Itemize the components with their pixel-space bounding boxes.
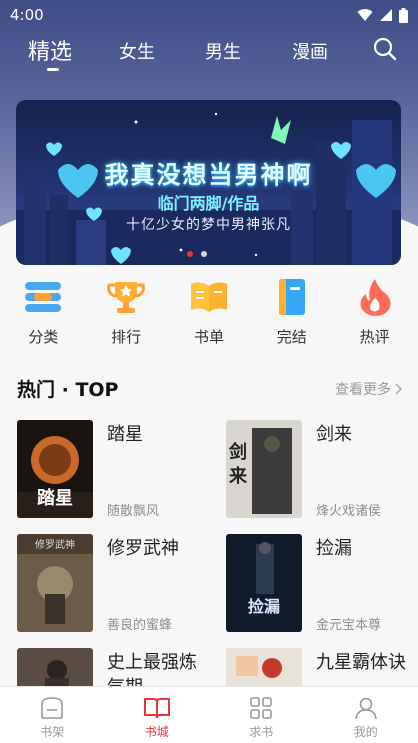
book-card[interactable]: 修罗武神 修罗武神 善良的蜜蜂 xyxy=(17,534,207,633)
banner-title: 我真没想当男神啊 xyxy=(104,161,313,189)
banner-author: 临门两脚/作品 xyxy=(157,194,260,213)
banner-subtitle: 十亿少女的梦中男神张凡 xyxy=(126,217,291,233)
wifi-icon xyxy=(357,9,373,21)
banner-dot-2[interactable] xyxy=(201,251,207,257)
book-title: 捡漏 xyxy=(316,538,352,559)
book-author: 善良的蜜蜂 xyxy=(107,618,173,633)
bottom-tab-bar: 书架 书城 求书 我的 xyxy=(0,686,418,743)
category-icon xyxy=(25,282,62,312)
svg-text:来: 来 xyxy=(228,466,248,487)
svg-text:捡漏: 捡漏 xyxy=(248,597,280,616)
status-bar: 4:00 xyxy=(0,0,418,30)
view-more-link[interactable]: 查看更多 xyxy=(335,379,403,399)
tab-label: 求书 xyxy=(249,725,274,739)
trophy-icon xyxy=(107,282,146,313)
category-booklist[interactable]: 书单 xyxy=(174,276,244,356)
category-completed[interactable]: 完结 xyxy=(257,276,327,356)
book-cover: 捡漏 xyxy=(226,534,302,632)
top-nav: 精选 女生 男生 漫画 xyxy=(0,30,418,70)
category-ranking[interactable]: 排行 xyxy=(91,276,161,356)
book-cover: 踏星 xyxy=(17,420,93,518)
tab-bookshelf[interactable]: 书架 xyxy=(0,687,105,743)
view-more-label: 查看更多 xyxy=(335,381,391,398)
completed-book-icon xyxy=(278,279,305,315)
signal-icon xyxy=(380,9,392,21)
banner-dot-1[interactable] xyxy=(187,251,193,257)
category-label: 书单 xyxy=(193,328,224,346)
tab-label: 我的 xyxy=(353,725,378,739)
tab-profile[interactable]: 我的 xyxy=(314,687,418,743)
profile-icon xyxy=(354,697,377,720)
flame-icon xyxy=(360,279,391,316)
hot-section-header: 热门 · TOP 查看更多 xyxy=(17,375,403,402)
tab-request-book[interactable]: 求书 xyxy=(209,687,314,743)
book-card[interactable]: 捡漏 捡漏 金元宝本尊 xyxy=(226,534,416,633)
tab-label: 书城 xyxy=(144,725,169,739)
svg-text:修罗武神: 修罗武神 xyxy=(35,538,75,551)
book-list-icon xyxy=(190,282,227,312)
bookshelf-icon xyxy=(41,697,64,719)
promo-banner[interactable]: 我真没想当男神啊 临门两脚/作品 十亿少女的梦中男神张凡 xyxy=(16,100,401,265)
book-title: 修罗武神 xyxy=(107,538,179,559)
category-label: 分类 xyxy=(28,328,59,346)
tab-label: 书架 xyxy=(40,725,65,739)
category-label: 完结 xyxy=(276,328,307,346)
category-shortcuts: 分类 排行 书单 完结 热评 xyxy=(0,276,418,356)
category-label: 热评 xyxy=(359,328,390,346)
category-label: 排行 xyxy=(111,328,142,346)
tab-male[interactable]: 男生 xyxy=(205,38,241,64)
book-author: 金元宝本尊 xyxy=(316,618,382,633)
tab-featured[interactable]: 精选 xyxy=(28,34,72,66)
book-title: 剑来 xyxy=(316,424,352,445)
book-title: 九星霸体诀 xyxy=(316,652,406,673)
category-classify[interactable]: 分类 xyxy=(8,276,78,356)
tab-bookstore[interactable]: 书城 xyxy=(105,687,210,743)
book-card[interactable]: 剑 来 剑来 烽火戏诸侯 xyxy=(226,420,416,519)
category-hot-comments[interactable]: 热评 xyxy=(340,276,410,356)
battery-icon xyxy=(399,7,408,23)
book-author: 烽火戏诸侯 xyxy=(316,504,382,519)
banner-pagination xyxy=(187,251,207,257)
chevron-right-icon xyxy=(395,382,403,395)
open-book-icon xyxy=(143,698,170,719)
status-icons xyxy=(357,7,408,23)
book-card[interactable]: 踏星 踏星 随散飘风 xyxy=(17,420,207,519)
search-icon[interactable] xyxy=(372,36,398,62)
section-title: 热门 · TOP xyxy=(17,379,119,401)
grid-icon xyxy=(250,697,273,719)
svg-text:踏星: 踏星 xyxy=(37,487,73,509)
book-author: 随散飘风 xyxy=(107,504,160,519)
svg-text:剑: 剑 xyxy=(228,441,247,463)
tab-comics[interactable]: 漫画 xyxy=(292,38,328,64)
active-tab-indicator xyxy=(47,68,59,71)
status-time: 4:00 xyxy=(10,6,44,24)
tab-female[interactable]: 女生 xyxy=(119,38,155,64)
book-cover: 修罗武神 xyxy=(17,534,93,632)
book-cover: 剑 来 xyxy=(226,420,302,518)
book-title: 踏星 xyxy=(107,424,143,445)
